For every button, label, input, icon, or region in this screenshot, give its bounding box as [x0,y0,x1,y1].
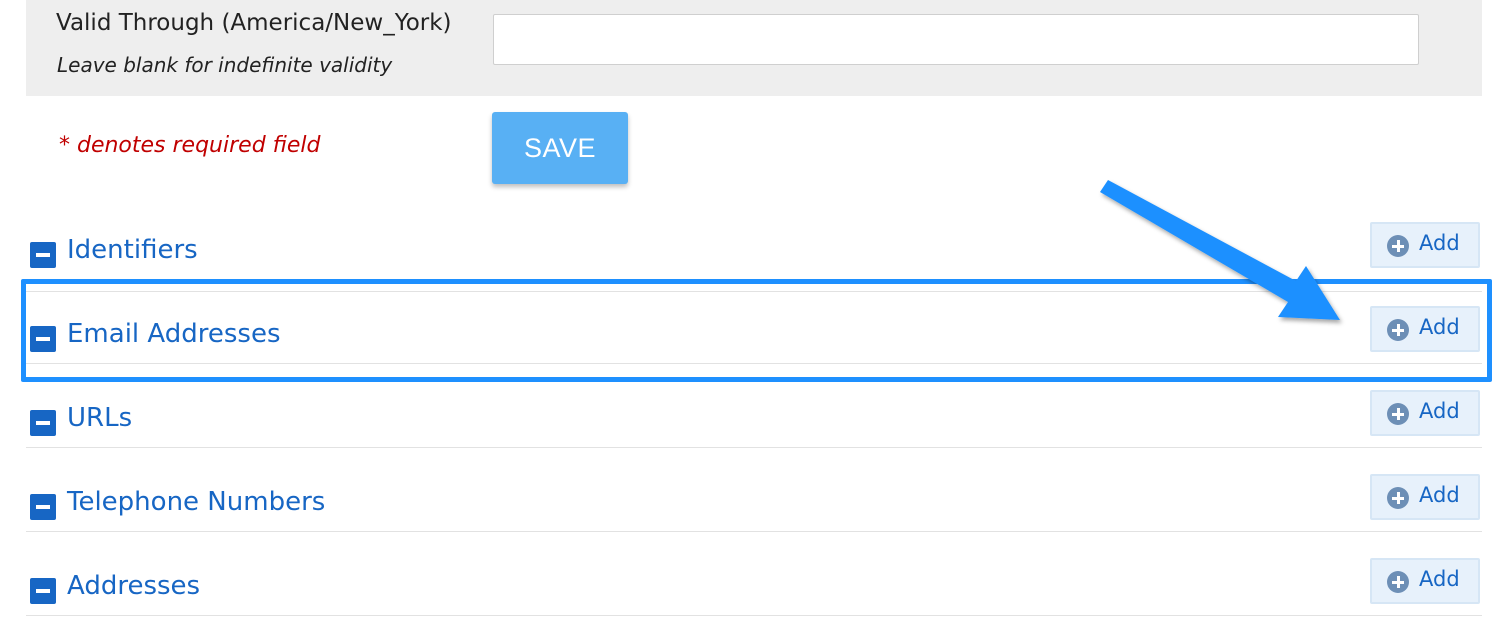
plus-circle-icon [1387,319,1409,341]
plus-circle-icon [1387,571,1409,593]
collapse-toggle-icon[interactable] [30,578,56,604]
valid-through-hint: Leave blank for indefinite validity [57,53,393,77]
collapse-toggle-icon[interactable] [30,494,56,520]
add-button-label: Add [1419,399,1460,423]
valid-through-label: Valid Through (America/New_York) [56,10,452,36]
section-title-urls[interactable]: URLs [67,403,132,433]
section-email-addresses: Email Addresses Add [26,280,1482,364]
add-button-label: Add [1419,231,1460,255]
save-button[interactable]: SAVE [492,112,628,184]
valid-through-field-block: Valid Through (America/New_York) Leave b… [26,0,1482,96]
add-url-button[interactable]: Add [1370,390,1480,436]
collapse-toggle-icon[interactable] [30,410,56,436]
add-button-label: Add [1419,567,1460,591]
add-button-label: Add [1419,483,1460,507]
section-title-telephone-numbers[interactable]: Telephone Numbers [67,487,325,517]
required-field-note: * denotes required field [59,133,321,158]
section-title-identifiers[interactable]: Identifiers [67,235,198,265]
collapse-toggle-icon[interactable] [30,326,56,352]
add-address-button[interactable]: Add [1370,558,1480,604]
section-addresses: Addresses Add [26,532,1482,616]
section-telephone-numbers: Telephone Numbers Add [26,448,1482,532]
add-email-address-button[interactable]: Add [1370,306,1480,352]
collapse-toggle-icon[interactable] [30,242,56,268]
page: Valid Through (America/New_York) Leave b… [0,0,1508,638]
plus-circle-icon [1387,403,1409,425]
plus-circle-icon [1387,487,1409,509]
add-telephone-number-button[interactable]: Add [1370,474,1480,520]
add-button-label: Add [1419,315,1460,339]
plus-circle-icon [1387,235,1409,257]
section-title-email-addresses[interactable]: Email Addresses [67,319,280,349]
section-urls: URLs Add [26,364,1482,448]
section-title-addresses[interactable]: Addresses [67,571,200,601]
add-identifier-button[interactable]: Add [1370,222,1480,268]
valid-through-input[interactable] [493,14,1419,65]
